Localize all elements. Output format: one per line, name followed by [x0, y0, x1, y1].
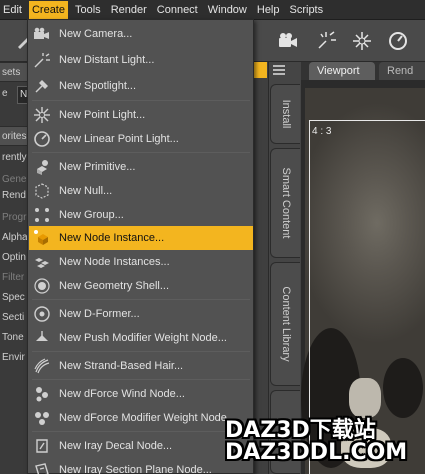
group-icon: [32, 205, 52, 225]
menu-item-new-distant-light[interactable]: New Distant Light...: [29, 48, 253, 72]
menu-window[interactable]: Window: [205, 1, 250, 19]
menu-item-new-push-modifier[interactable]: New Push Modifier Weight Node...: [29, 326, 253, 350]
menu-item-label: New Iray Decal Node...: [59, 440, 173, 452]
menu-tools[interactable]: Tools: [72, 1, 104, 19]
menu-item-new-linear-point-light[interactable]: New Linear Point Light...: [29, 127, 253, 151]
menu-item-new-camera[interactable]: New Camera...: [29, 22, 253, 46]
panel-row[interactable]: Filter: [0, 268, 30, 288]
panel-tab-label[interactable]: sets: [0, 62, 30, 82]
node-instances-icon: [32, 252, 52, 272]
dforce-wind-icon: [32, 384, 52, 404]
null-icon: [32, 181, 52, 201]
menu-item-label: New Point Light...: [59, 109, 146, 121]
tab-content-library[interactable]: Content Library: [270, 262, 300, 386]
primitive-icon: [32, 157, 52, 177]
menu-item-new-dformer[interactable]: New D-Former...: [29, 302, 253, 326]
panel-row[interactable]: Spec: [0, 288, 30, 308]
watermark-line-2: DAZ3DDL.COM: [225, 440, 408, 465]
watermark: DAZ3D下载站 DAZ3DDL.COM: [215, 410, 425, 474]
tab-install-label: Install: [279, 99, 292, 129]
spotlight-icon: [32, 76, 52, 96]
menu-item-label: New Distant Light...: [59, 54, 155, 66]
camera-icon: [32, 24, 52, 44]
tab-install[interactable]: Install: [270, 84, 300, 144]
dformer-icon: [32, 304, 52, 324]
panel-row[interactable]: Alpha: [0, 228, 30, 248]
iray-decal-icon: [32, 436, 52, 456]
tab-list-icon[interactable]: [270, 62, 288, 78]
create-menu: New Camera... New Distant Light... New S…: [27, 19, 254, 474]
menu-item-new-null[interactable]: New Null...: [29, 179, 253, 203]
panel-row[interactable]: Tone: [0, 328, 30, 348]
menu-item-label: New D-Former...: [59, 308, 140, 320]
menu-item-new-node-instances[interactable]: New Node Instances...: [29, 250, 253, 274]
menu-item-label: New dForce Wind Node...: [59, 388, 185, 400]
panel-row[interactable]: Secti: [0, 308, 30, 328]
menu-item-new-spotlight[interactable]: New Spotlight...: [29, 74, 253, 98]
panel-row[interactable]: Progr: [0, 208, 30, 228]
tab-smart-content-label: Smart Content: [279, 167, 292, 239]
linear-point-light-icon: [32, 129, 52, 149]
tab-viewport[interactable]: Viewport: [309, 62, 375, 80]
point-light-icon: [32, 105, 52, 125]
distant-light-icon: [32, 50, 52, 70]
gauge-icon[interactable]: [386, 29, 410, 53]
menu-item-label: New Null...: [59, 185, 113, 197]
menu-item-label: New dForce Modifier Weight Node...: [59, 412, 237, 424]
menu-item-label: New Camera...: [59, 28, 133, 40]
geometry-shell-icon: [32, 276, 52, 296]
aspect-ratio-label: 4 : 3: [312, 126, 332, 137]
menu-help[interactable]: Help: [254, 1, 283, 19]
tab-content-library-label: Content Library: [279, 286, 292, 362]
menu-item-label: New Iray Section Plane Node...: [59, 464, 212, 474]
menu-create[interactable]: Create: [28, 0, 68, 19]
push-modifier-icon: [32, 328, 52, 348]
menu-bar: Edit Create Tools Render Connect Window …: [0, 0, 425, 20]
menu-render[interactable]: Render: [108, 1, 150, 19]
spotlight-icon[interactable]: [350, 29, 374, 53]
menu-item-label: New Linear Point Light...: [59, 133, 179, 145]
menu-scripts[interactable]: Scripts: [287, 1, 327, 19]
menu-item-new-group[interactable]: New Group...: [29, 203, 253, 227]
viewport-tab-bar: Viewport Rend: [301, 62, 425, 80]
tab-render[interactable]: Rend: [379, 62, 425, 80]
menu-item-label: New Geometry Shell...: [59, 280, 170, 292]
panel-row[interactable]: Envir: [0, 348, 30, 368]
dforce-modifier-icon: [32, 408, 52, 428]
menu-item-label: New Push Modifier Weight Node...: [59, 332, 227, 344]
panel-row[interactable]: Optin: [0, 248, 30, 268]
menu-item-new-geometry-shell[interactable]: New Geometry Shell...: [29, 274, 253, 298]
menu-item-label: New Node Instance...: [59, 232, 165, 244]
left-panel: sets e N orites rently Gene Rend Progr A…: [0, 62, 30, 474]
panel-grabber[interactable]: [253, 62, 267, 78]
strand-hair-icon: [32, 356, 52, 376]
panel-row[interactable]: orites: [0, 126, 30, 146]
menu-item-label: New Strand-Based Hair...: [59, 360, 184, 372]
iray-section-plane-icon: [32, 460, 52, 474]
panel-row[interactable]: Rend: [0, 186, 30, 206]
menu-item-label: New Spotlight...: [59, 80, 137, 92]
menu-item-new-point-light[interactable]: New Point Light...: [29, 103, 253, 127]
panel-row[interactable]: rently: [0, 148, 30, 168]
menu-item-new-strand-hair[interactable]: New Strand-Based Hair...: [29, 354, 253, 378]
menu-item-new-node-instance[interactable]: New Node Instance...: [29, 226, 253, 250]
menu-item-label: New Node Instances...: [59, 256, 170, 268]
menu-item-new-dforce-wind[interactable]: New dForce Wind Node...: [29, 382, 253, 406]
menu-item-label: New Group...: [59, 209, 124, 221]
tab-smart-content[interactable]: Smart Content: [270, 148, 300, 258]
light-burst-icon[interactable]: [314, 29, 338, 53]
menu-item-label: New Primitive...: [59, 161, 136, 173]
menu-item-new-primitive[interactable]: New Primitive...: [29, 155, 253, 179]
camera-icon[interactable]: [276, 29, 300, 53]
node-instance-icon: [32, 228, 52, 248]
menu-edit[interactable]: Edit: [0, 1, 25, 19]
menu-connect[interactable]: Connect: [154, 1, 201, 19]
